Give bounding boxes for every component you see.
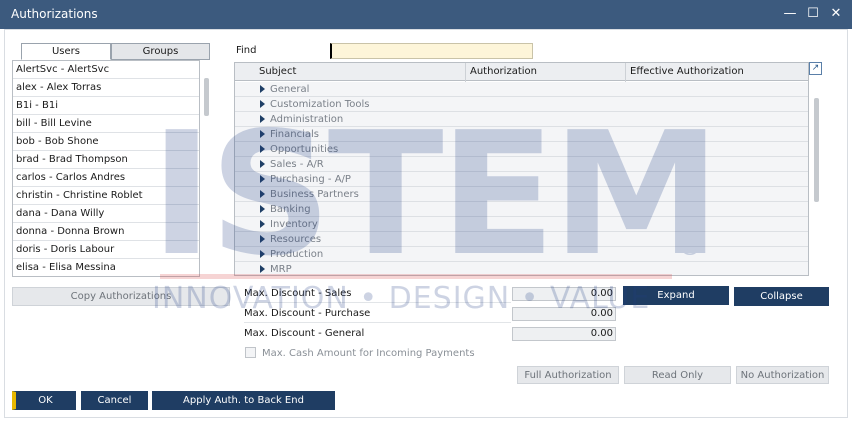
subject-label: Business Partners: [270, 189, 359, 200]
read-only-button[interactable]: Read Only: [624, 366, 731, 384]
close-icon[interactable]: ✕: [825, 4, 847, 24]
maximize-icon[interactable]: ☐: [802, 4, 824, 24]
max-cash-label: Max. Cash Amount for Incoming Payments: [262, 348, 475, 359]
discount-general-field[interactable]: 0.00: [512, 327, 616, 341]
no-authorization-button[interactable]: No Authorization: [736, 366, 829, 384]
expand-arrow-icon[interactable]: [260, 205, 265, 213]
tab-users[interactable]: Users: [21, 43, 111, 60]
user-list: AlertSvc - AlertSvc alex - Alex Torras B…: [12, 60, 200, 277]
find-input[interactable]: [330, 43, 533, 59]
subject-label: Administration: [270, 114, 344, 125]
tab-groups[interactable]: Groups: [111, 43, 210, 60]
table-row[interactable]: Production: [235, 247, 808, 262]
window-title: Authorizations: [11, 7, 98, 21]
expand-arrow-icon[interactable]: [260, 85, 265, 93]
table-row[interactable]: Business Partners: [235, 187, 808, 202]
table-row[interactable]: General: [235, 82, 808, 97]
list-item[interactable]: bob - Bob Shone: [13, 133, 199, 151]
expand-arrow-icon[interactable]: [260, 250, 265, 258]
list-item[interactable]: AlertSvc - AlertSvc: [13, 61, 199, 79]
expand-arrow-icon[interactable]: [260, 190, 265, 198]
grid-header: Subject Authorization Effective Authoriz…: [235, 63, 808, 81]
column-header-authorization[interactable]: Authorization: [470, 66, 537, 77]
cancel-button[interactable]: Cancel: [81, 391, 148, 410]
table-row[interactable]: Financials: [235, 127, 808, 142]
table-row[interactable]: Banking: [235, 202, 808, 217]
expand-arrow-icon[interactable]: [260, 100, 265, 108]
subject-label: Banking: [270, 204, 311, 215]
subject-label: Resources: [270, 234, 322, 245]
subject-label: MRP: [270, 264, 292, 275]
expand-arrow-icon[interactable]: [260, 235, 265, 243]
subject-label: Inventory: [270, 219, 318, 230]
list-item[interactable]: elisa - Elisa Messina: [13, 259, 199, 276]
list-item[interactable]: christin - Christine Roblet: [13, 187, 199, 205]
list-item[interactable]: carlos - Carlos Andres: [13, 169, 199, 187]
discount-sales-label: Max. Discount - Sales: [244, 288, 352, 299]
copy-authorizations-button[interactable]: Copy Authorizations: [12, 287, 230, 306]
title-bar: Authorizations — ☐ ✕: [0, 0, 852, 29]
expand-arrow-icon[interactable]: [260, 220, 265, 228]
expand-grid-icon[interactable]: ↗: [809, 62, 822, 75]
find-label: Find: [236, 45, 257, 56]
list-item[interactable]: B1i - B1i: [13, 97, 199, 115]
scrollbar-thumb[interactable]: [204, 78, 209, 116]
subject-label: Sales - A/R: [270, 159, 324, 170]
list-item[interactable]: donna - Donna Brown: [13, 223, 199, 241]
table-row[interactable]: MRP: [235, 262, 808, 275]
expand-arrow-icon[interactable]: [260, 145, 265, 153]
table-row[interactable]: Inventory: [235, 217, 808, 232]
expand-button[interactable]: Expand: [623, 286, 729, 305]
table-row[interactable]: Administration: [235, 112, 808, 127]
list-item[interactable]: doris - Doris Labour: [13, 241, 199, 259]
list-item[interactable]: brad - Brad Thompson: [13, 151, 199, 169]
expand-arrow-icon[interactable]: [260, 115, 265, 123]
list-item[interactable]: dana - Dana Willy: [13, 205, 199, 223]
grid-scrollbar[interactable]: [812, 82, 820, 278]
user-list-scrollbar[interactable]: [201, 60, 211, 277]
divider: [244, 302, 511, 303]
divider: [244, 322, 511, 323]
discount-general-label: Max. Discount - General: [244, 328, 365, 339]
column-header-subject[interactable]: Subject: [259, 66, 296, 77]
subject-label: Purchasing - A/P: [270, 174, 351, 185]
full-authorization-button[interactable]: Full Authorization: [517, 366, 619, 384]
expand-arrow-icon[interactable]: [260, 175, 265, 183]
subject-label: Customization Tools: [270, 99, 370, 110]
ok-button[interactable]: OK: [12, 391, 76, 410]
subject-label: General: [270, 84, 310, 95]
table-row[interactable]: Customization Tools: [235, 97, 808, 112]
table-row[interactable]: Resources: [235, 232, 808, 247]
subject-label: Production: [270, 249, 324, 260]
table-row[interactable]: Opportunities: [235, 142, 808, 157]
expand-arrow-icon[interactable]: [260, 265, 265, 273]
column-header-effective-authorization[interactable]: Effective Authorization: [630, 66, 744, 77]
subject-label: Opportunities: [270, 144, 339, 155]
subject-label: Financials: [270, 129, 319, 140]
discount-purchase-label: Max. Discount - Purchase: [244, 308, 371, 319]
apply-auth-button[interactable]: Apply Auth. to Back End: [152, 391, 335, 410]
expand-arrow-icon[interactable]: [260, 160, 265, 168]
expand-arrow-icon[interactable]: [260, 130, 265, 138]
discount-sales-field[interactable]: 0.00: [512, 287, 616, 301]
max-cash-checkbox[interactable]: [245, 347, 256, 358]
discount-purchase-field[interactable]: 0.00: [512, 307, 616, 321]
collapse-button[interactable]: Collapse: [734, 287, 829, 306]
list-item[interactable]: bill - Bill Levine: [13, 115, 199, 133]
minimize-icon[interactable]: —: [779, 4, 801, 24]
scrollbar-thumb[interactable]: [814, 98, 819, 202]
authorization-grid: Subject Authorization Effective Authoriz…: [234, 62, 809, 276]
table-row[interactable]: Sales - A/R: [235, 157, 808, 172]
list-item[interactable]: alex - Alex Torras: [13, 79, 199, 97]
table-row[interactable]: Purchasing - A/P: [235, 172, 808, 187]
